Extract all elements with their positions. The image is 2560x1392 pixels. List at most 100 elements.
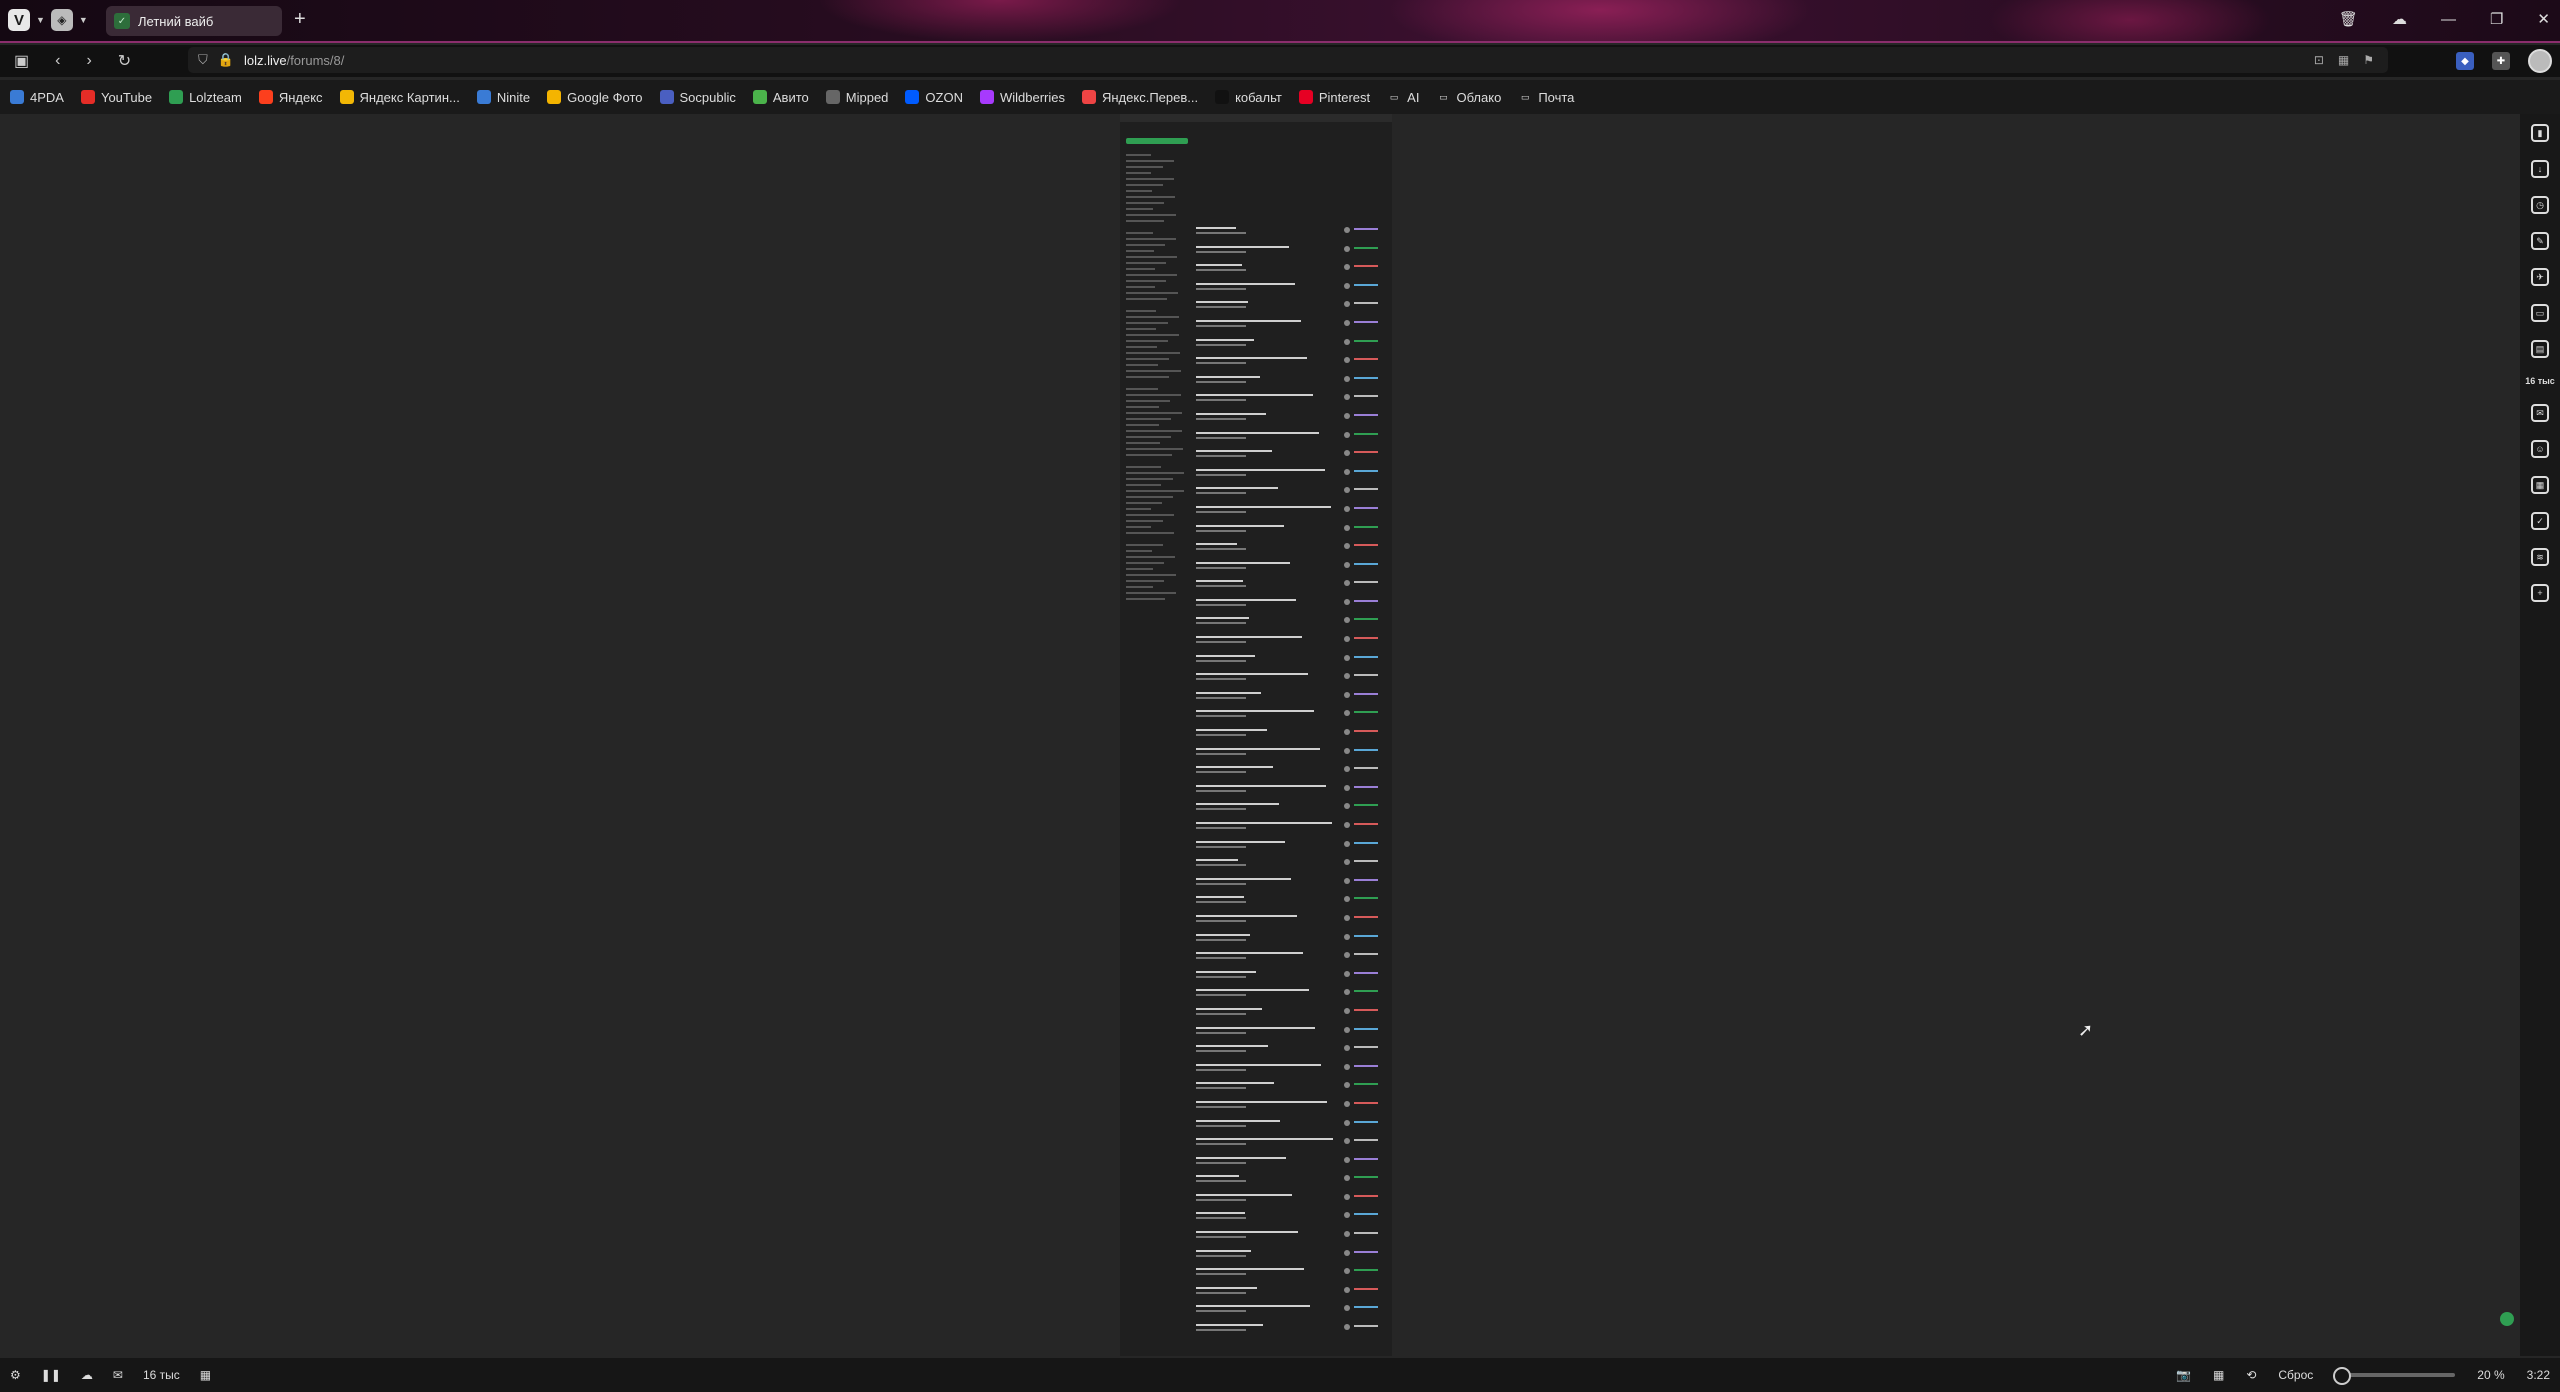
downloads-panel-icon[interactable]: ↓ xyxy=(2531,160,2549,178)
mini-thread-row[interactable] xyxy=(1194,1154,1388,1173)
mini-thread-row[interactable] xyxy=(1194,596,1388,615)
mini-thread-row[interactable] xyxy=(1194,261,1388,280)
zoom-slider[interactable] xyxy=(2333,1367,2456,1385)
reader-icon[interactable]: ⊡ xyxy=(2314,53,2324,67)
bookmark-item[interactable]: ▭ Почта xyxy=(1518,90,1574,105)
mini-thread-row[interactable] xyxy=(1194,949,1388,968)
minimize-icon[interactable]: — xyxy=(2441,11,2456,28)
extension-icon[interactable]: ◆ xyxy=(2456,52,2474,70)
mini-thread-row[interactable] xyxy=(1194,1098,1388,1117)
bookmark-item[interactable]: Google Фото xyxy=(547,90,643,105)
bookmark-item[interactable]: Lolzteam xyxy=(169,90,242,105)
history-panel-icon[interactable]: ◷ xyxy=(2531,196,2549,214)
mini-thread-row[interactable] xyxy=(1194,354,1388,373)
mini-thread-row[interactable] xyxy=(1194,726,1388,745)
zoomed-forum-page[interactable] xyxy=(1120,114,1392,1356)
add-panel-icon[interactable]: + xyxy=(2531,584,2549,602)
mini-thread-row[interactable] xyxy=(1194,1005,1388,1024)
mini-thread-row[interactable] xyxy=(1194,875,1388,894)
mini-thread-row[interactable] xyxy=(1194,931,1388,950)
mini-thread-row[interactable] xyxy=(1194,986,1388,1005)
mini-thread-row[interactable] xyxy=(1194,298,1388,317)
mini-thread-row[interactable] xyxy=(1194,689,1388,708)
mini-thread-row[interactable] xyxy=(1194,540,1388,559)
mini-thread-row[interactable] xyxy=(1194,280,1388,299)
mini-thread-row[interactable] xyxy=(1194,1024,1388,1043)
pause-icon[interactable]: ❚❚ xyxy=(41,1368,61,1382)
bookmark-item[interactable]: Ninite xyxy=(476,90,530,105)
bookmark-item[interactable]: ▭ Облако xyxy=(1436,90,1501,105)
mini-thread-row[interactable] xyxy=(1194,819,1388,838)
mini-thread-row[interactable] xyxy=(1194,1061,1388,1080)
workspace-icon[interactable]: ◈ xyxy=(50,9,73,31)
tiling-icon[interactable]: ▦ xyxy=(2213,1368,2224,1382)
mini-thread-row[interactable] xyxy=(1194,466,1388,485)
mini-thread-row[interactable] xyxy=(1194,633,1388,652)
mini-thread-row[interactable] xyxy=(1194,1117,1388,1136)
qr-icon[interactable]: ▦ xyxy=(2338,53,2349,67)
bookmark-item[interactable]: кобальт xyxy=(1215,90,1282,105)
mini-thread-row[interactable] xyxy=(1194,577,1388,596)
restore-icon[interactable]: ❐ xyxy=(2490,10,2503,28)
mini-thread-row[interactable] xyxy=(1194,614,1388,633)
mini-thread-row[interactable] xyxy=(1194,522,1388,541)
translate-panel-icon[interactable]: ✈ xyxy=(2531,268,2549,286)
bookmark-item[interactable]: 4PDA xyxy=(10,90,64,105)
zoom-reset-button[interactable]: Сброс xyxy=(2278,1368,2313,1382)
mini-thread-row[interactable] xyxy=(1194,429,1388,448)
panel-toggle-icon[interactable]: ▣ xyxy=(14,51,29,71)
mini-thread-row[interactable] xyxy=(1194,652,1388,671)
mail-panel-icon[interactable]: ✉ xyxy=(2531,404,2549,422)
calendar-icon[interactable]: ▦ xyxy=(200,1368,211,1382)
calendar-panel-icon[interactable]: ▦ xyxy=(2531,476,2549,494)
mini-thread-row[interactable] xyxy=(1194,707,1388,726)
bookmark-item[interactable]: Pinterest xyxy=(1298,90,1370,105)
bookmark-item[interactable]: Яндекс.Перев... xyxy=(1081,90,1198,105)
mail-count[interactable]: 16 тыс xyxy=(143,1368,180,1382)
status-dot-icon[interactable] xyxy=(2500,1312,2514,1326)
mini-thread-row[interactable] xyxy=(1194,838,1388,857)
mini-thread-row[interactable] xyxy=(1194,1079,1388,1098)
bookmark-item[interactable]: ▭ AI xyxy=(1387,90,1420,105)
bookmark-item[interactable]: Яндекс xyxy=(258,90,323,105)
mini-thread-row[interactable] xyxy=(1194,317,1388,336)
bookmark-item[interactable]: Socpublic xyxy=(659,90,736,105)
reload-icon[interactable]: ↻ xyxy=(118,51,131,71)
tasks-panel-icon[interactable]: ✓ xyxy=(2531,512,2549,530)
cloud-icon[interactable]: ☁ xyxy=(2392,10,2407,28)
mini-thread-row[interactable] xyxy=(1194,243,1388,262)
mini-thread-row[interactable] xyxy=(1194,1284,1388,1303)
mail-icon[interactable]: ✉ xyxy=(113,1368,123,1382)
mini-thread-row[interactable] xyxy=(1194,745,1388,764)
window-panel-icon[interactable]: ▭ xyxy=(2531,304,2549,322)
mini-thread-row[interactable] xyxy=(1194,559,1388,578)
notes-panel-icon[interactable]: ✎ xyxy=(2531,232,2549,250)
mini-thread-row[interactable] xyxy=(1194,763,1388,782)
mini-thread-row[interactable] xyxy=(1194,856,1388,875)
mini-thread-row[interactable] xyxy=(1194,336,1388,355)
mini-thread-row[interactable] xyxy=(1194,800,1388,819)
page-viewport[interactable]: ➚ xyxy=(0,114,2520,1356)
mini-thread-row[interactable] xyxy=(1194,1302,1388,1321)
mini-thread-row[interactable] xyxy=(1194,484,1388,503)
mini-create-button[interactable] xyxy=(1126,138,1188,144)
site-settings-icon[interactable]: ⛉ xyxy=(198,52,208,68)
mini-thread-row[interactable] xyxy=(1194,1135,1388,1154)
bookmark-item[interactable]: Mipped xyxy=(825,90,888,105)
bookmark-item[interactable]: OZON xyxy=(905,90,963,105)
bookmark-item[interactable]: Wildberries xyxy=(979,90,1065,105)
mini-thread-row[interactable] xyxy=(1194,782,1388,801)
mini-thread-row[interactable] xyxy=(1194,1228,1388,1247)
reader-panel-icon[interactable]: ▤ xyxy=(2531,340,2549,358)
new-tab-button[interactable]: + xyxy=(294,8,306,31)
camera-icon[interactable]: 📷 xyxy=(2176,1368,2191,1382)
mini-thread-row[interactable] xyxy=(1194,893,1388,912)
mini-thread-row[interactable] xyxy=(1194,968,1388,987)
bookmark-item[interactable]: YouTube xyxy=(80,90,152,105)
bookmark-item[interactable]: Яндекс Картин... xyxy=(339,90,460,105)
contacts-panel-icon[interactable]: ☺ xyxy=(2531,440,2549,458)
chevron-down-icon[interactable]: ▼ xyxy=(79,15,88,25)
bookmarks-panel-icon[interactable]: ▮ xyxy=(2531,124,2549,142)
mini-thread-row[interactable] xyxy=(1194,1321,1388,1340)
back-icon[interactable]: ‹ xyxy=(55,52,60,70)
